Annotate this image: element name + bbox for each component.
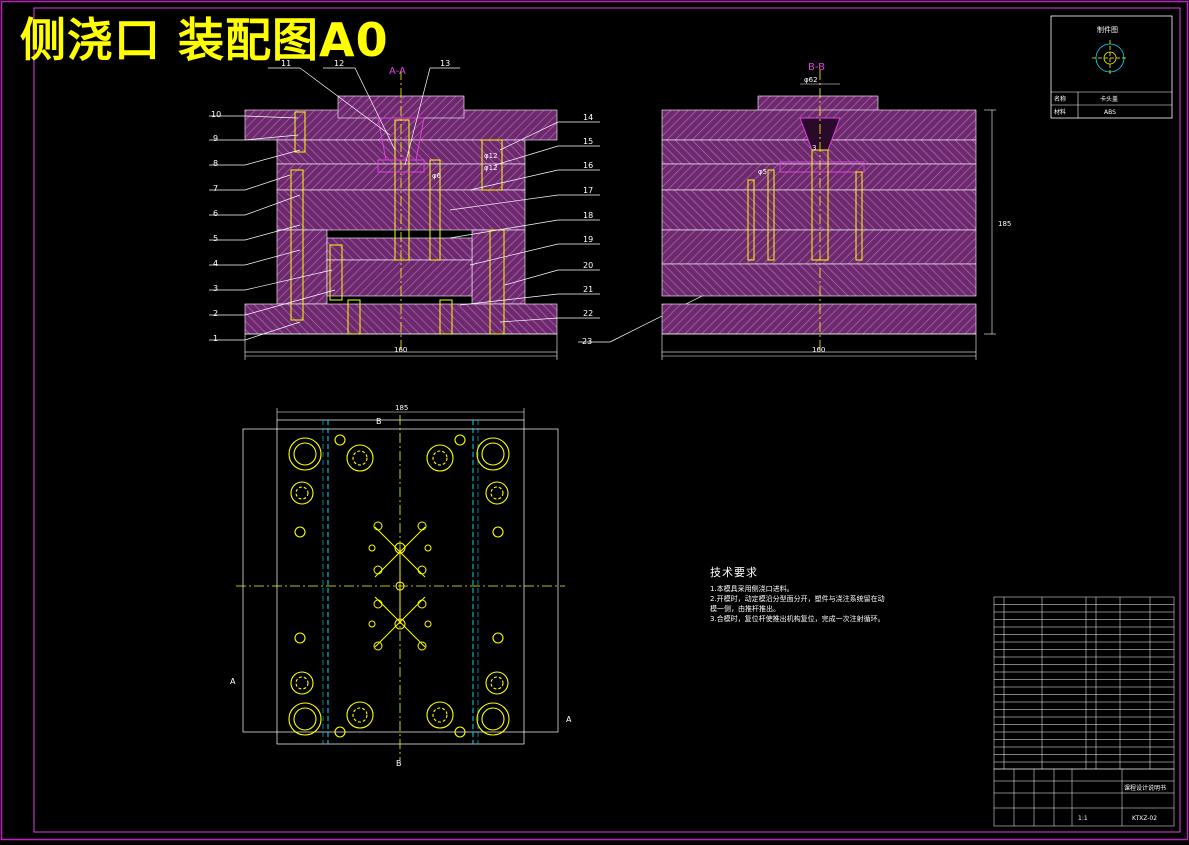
- part-row1-label: 名称: [1054, 95, 1066, 103]
- plan-mark-b-top: B: [376, 417, 382, 426]
- callout-20: 20: [583, 261, 593, 270]
- callout-19: 19: [583, 235, 593, 244]
- callout-21: 21: [583, 285, 593, 294]
- dim-d6-label: φ6: [432, 172, 442, 180]
- callout-3: 3: [213, 284, 218, 293]
- section-bb-top-dim: φ62: [804, 76, 818, 84]
- part-row2-label: 材料: [1054, 108, 1066, 116]
- callout-7: 7: [213, 184, 218, 193]
- inner-border: [33, 7, 1181, 833]
- tech-requirement-item: 1.本模具采用侧浇口进料。: [710, 585, 794, 593]
- callout-4: 4: [213, 259, 218, 268]
- callout-5: 5: [213, 234, 218, 243]
- callout-22: 22: [583, 309, 593, 318]
- callout-15: 15: [583, 137, 593, 146]
- section-aa-view: [244, 70, 558, 353]
- dim-d12-label: φ12: [484, 152, 498, 160]
- callout-17: 17: [583, 186, 593, 195]
- tech-requirement-item: 3.合模时，复位杆使推出机构复位，完成一次注射循环。: [710, 615, 885, 623]
- callout-10: 10: [211, 110, 221, 119]
- technical-requirements: 技术要求 1.本模具采用侧浇口进料。 2.开模时，动定模沿分型面分开，塑件与浇注…: [710, 566, 890, 624]
- section-aa-label: A-A: [389, 66, 406, 77]
- section-aa-width-label: 160: [394, 346, 407, 354]
- part-row1-value: 卡头盖: [1100, 95, 1118, 103]
- plan-top-dim: 185: [395, 404, 408, 412]
- title-block-drawing-no: KTXZ-02: [1132, 815, 1157, 822]
- part-row2-value: ABS: [1104, 109, 1116, 116]
- callout-18: 18: [583, 211, 593, 220]
- callout-2: 2: [213, 309, 218, 318]
- callout-6: 6: [213, 209, 218, 218]
- plan-mark-b-bottom: B: [396, 759, 402, 768]
- plan-view: [236, 408, 565, 760]
- section-bb-d3-label: 3: [812, 144, 816, 152]
- tech-requirements-heading: 技术要求: [710, 566, 758, 579]
- dim-d12b-label: φ12: [484, 164, 498, 172]
- callout-16: 16: [583, 161, 593, 170]
- title-block-school: 课程设计说明书: [1124, 784, 1166, 792]
- cad-drawing-sheet: 1 2 3 4 5 6 7 8 9 10 11 12 13 14 15 16 1…: [0, 0, 1189, 841]
- title-block-scale: 1:1: [1078, 815, 1088, 822]
- section-bb-label: B-B: [808, 62, 825, 73]
- section-bb-height-label: 185: [998, 220, 1011, 228]
- section-bb-d5-label: φ5: [758, 168, 767, 176]
- section-bb-width-label: 160: [812, 346, 825, 354]
- tech-requirement-item: 2.开模时，动定模沿分型面分开，塑件与浇注系统留在动模一侧，由推杆推出。: [710, 595, 885, 613]
- callout-14: 14: [583, 113, 593, 122]
- callout-1: 1: [213, 334, 218, 343]
- callout-9: 9: [213, 134, 218, 143]
- drawing-canvas: 1 2 3 4 5 6 7 8 9 10 11 12 13 14 15 16 1…: [0, 0, 1189, 841]
- plan-mark-a-left: A: [230, 677, 236, 686]
- section-bb-view: [661, 70, 996, 360]
- callout-8: 8: [213, 159, 218, 168]
- plan-mark-a-right: A: [566, 715, 572, 724]
- parts-list-table: [993, 596, 1175, 770]
- callout-13: 13: [440, 59, 450, 68]
- outer-border: [0, 0, 1189, 841]
- callout-23: 23: [582, 337, 592, 346]
- part-drawing-heading: 制件图: [1097, 25, 1118, 34]
- drawing-title: 侧浇口 装配图A0: [20, 13, 389, 67]
